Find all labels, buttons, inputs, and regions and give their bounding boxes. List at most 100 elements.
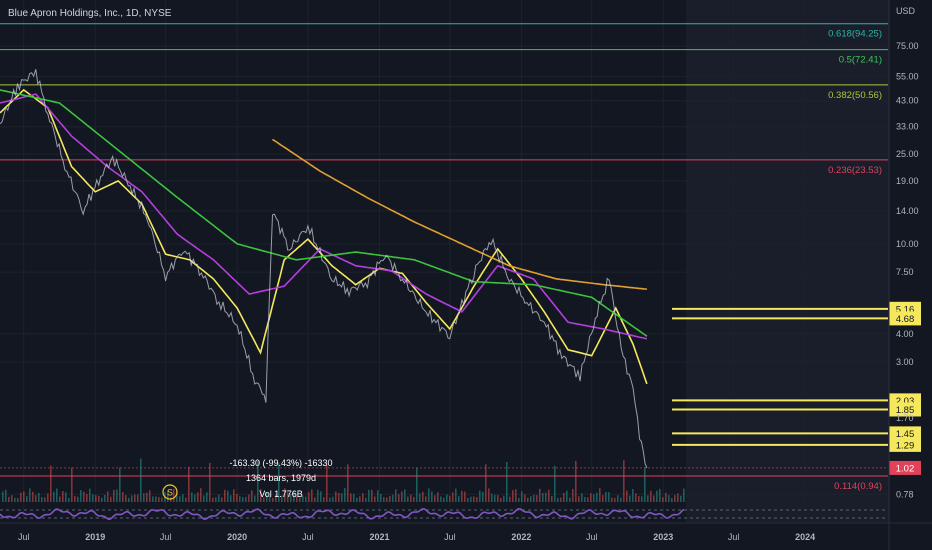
volume-bar <box>248 494 250 502</box>
volume-bar <box>584 496 586 502</box>
volume-bar <box>410 494 412 502</box>
volume-bar <box>338 493 340 502</box>
time-tick-label: 2020 <box>227 532 247 542</box>
volume-bar <box>29 488 31 502</box>
volume-bar <box>173 488 175 502</box>
volume-bar <box>98 495 100 502</box>
volume-bar <box>56 488 58 502</box>
volume-bar <box>215 497 217 502</box>
volume-bar <box>65 492 67 502</box>
volume-bar <box>20 492 22 502</box>
price-tick-label: 14.00 <box>896 206 919 216</box>
time-tick-label: 2023 <box>653 532 673 542</box>
volume-bar <box>158 497 160 502</box>
volume-bar <box>179 496 181 502</box>
measure-change: -163.30 (-99.43%) -16330 <box>229 458 332 468</box>
volume-bar <box>545 492 547 502</box>
volume-bar <box>581 493 583 502</box>
volume-bar <box>242 497 244 502</box>
volume-bar <box>569 497 571 502</box>
volume-bar <box>623 460 625 502</box>
volume-bar <box>557 497 559 502</box>
volume-bar <box>137 494 139 502</box>
volume-bar <box>524 494 526 502</box>
volume-bar <box>95 495 97 502</box>
volume-bar <box>17 497 19 502</box>
volume-bar <box>485 464 487 502</box>
volume-bar <box>317 489 319 502</box>
volume-bar <box>479 490 481 502</box>
time-tick-label: 2022 <box>511 532 531 542</box>
volume-bar <box>551 496 553 502</box>
volume-bar <box>425 496 427 502</box>
volume-bar <box>251 490 253 502</box>
volume-bar <box>221 497 223 502</box>
volume-bar <box>428 488 430 502</box>
volume-bar <box>482 491 484 502</box>
volume-bar <box>593 494 595 502</box>
volume-bar <box>197 492 199 502</box>
volume-bar <box>314 497 316 502</box>
volume-bar <box>416 467 418 502</box>
volume-bar <box>155 496 157 502</box>
price-level-label: 4.68 <box>896 314 915 325</box>
volume-bar <box>209 462 211 502</box>
volume-bar <box>170 497 172 502</box>
volume-bar <box>191 492 193 502</box>
fib-level-label: 0.114(0.94) <box>834 481 882 492</box>
volume-bar <box>533 494 535 502</box>
volume-bar <box>683 488 685 502</box>
volume-bar <box>470 496 472 502</box>
volume-bar <box>464 491 466 502</box>
volume-bar <box>185 497 187 502</box>
volume-bar <box>377 490 379 502</box>
price-tick-label: 75.00 <box>896 41 919 51</box>
volume-bar <box>149 490 151 502</box>
volume-bar <box>674 495 676 502</box>
price-tick-label: 55.00 <box>896 72 919 82</box>
volume-bar <box>356 497 358 502</box>
volume-bar <box>596 492 598 502</box>
volume-bar <box>461 490 463 502</box>
volume-bar <box>329 497 331 502</box>
volume-bar <box>77 496 79 502</box>
measure-volume: Vol 1.776B <box>259 489 303 499</box>
volume-bar <box>539 488 541 502</box>
volume-bar <box>608 492 610 502</box>
volume-bar <box>224 489 226 502</box>
volume-bar <box>59 496 61 502</box>
time-tick-label: 2024 <box>795 532 815 542</box>
volume-bar <box>536 495 538 502</box>
volume-bar <box>632 489 634 502</box>
volume-bar <box>218 494 220 502</box>
volume-bar <box>404 489 406 502</box>
volume-bar <box>665 492 667 502</box>
volume-bar <box>326 465 328 502</box>
price-tick-label: 19.00 <box>896 176 919 186</box>
volume-bar <box>128 497 130 502</box>
price-chart[interactable]: 0.618(94.25) 0.5(72.41) 0.382(50.56) 0.236(… <box>0 0 932 550</box>
volume-bar <box>578 496 580 502</box>
volume-bar <box>194 494 196 502</box>
volume-bar <box>440 496 442 502</box>
volume-bar <box>311 489 313 502</box>
volume-bar <box>395 489 397 502</box>
volume-bar <box>83 491 85 502</box>
volume-bar <box>560 497 562 502</box>
volume-bar <box>383 497 385 502</box>
volume-bar <box>431 491 433 502</box>
volume-bar <box>515 489 517 502</box>
volume-bar <box>101 497 103 502</box>
volume-bar <box>386 497 388 502</box>
volume-bar <box>611 497 613 502</box>
price-tick-label: 1.70 <box>896 413 914 423</box>
volume-bar <box>530 496 532 502</box>
volume-bar <box>641 496 643 502</box>
volume-bar <box>230 495 232 502</box>
volume-bar <box>122 491 124 502</box>
volume-bar <box>212 497 214 502</box>
price-tick-label: 43.00 <box>896 96 919 106</box>
volume-bar <box>203 495 205 502</box>
volume-bar <box>443 497 445 502</box>
last-price-label: 1.02 <box>896 463 915 474</box>
